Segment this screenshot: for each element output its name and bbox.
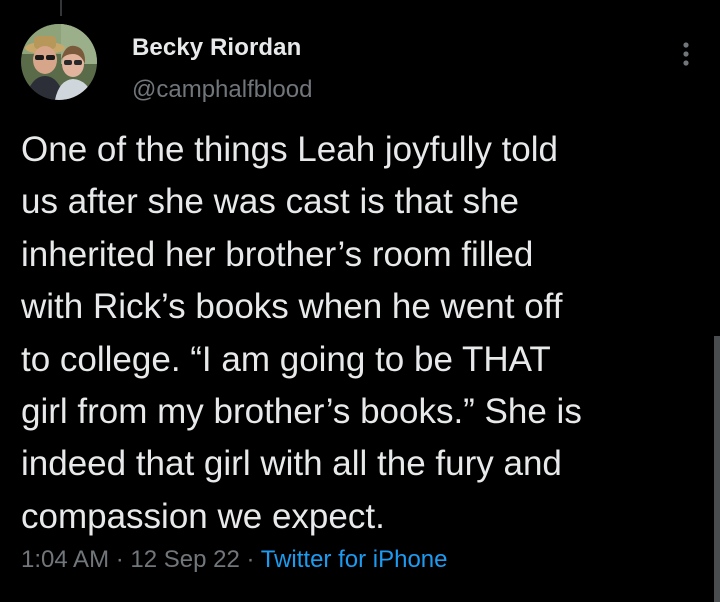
meta-separator: · bbox=[239, 546, 261, 573]
tweet-text: One of the things Leah joyfully told us … bbox=[21, 124, 711, 543]
more-options-icon bbox=[683, 42, 689, 66]
thread-connector-line bbox=[60, 0, 62, 16]
tweet-text-line: inherited her brother’s room filled bbox=[21, 234, 534, 274]
tweet-meta: 1:04 AM · 12 Sep 22 · Twitter for iPhone bbox=[21, 546, 447, 574]
tweet-text-line: compassion we expect. bbox=[21, 496, 385, 536]
tweet-text-line: One of the things Leah joyfully told bbox=[21, 130, 559, 169]
tweet-text-line: indeed that girl with all the fury and bbox=[21, 444, 562, 484]
profile-photo-icon bbox=[21, 24, 97, 100]
tweet-text-line: to college. “I am going to be THAT bbox=[21, 339, 551, 379]
author-avatar[interactable] bbox=[21, 24, 97, 100]
tweet-source-link[interactable]: Twitter for iPhone bbox=[261, 546, 448, 573]
author-handle[interactable]: @camphalfblood bbox=[132, 76, 312, 104]
tweet-time[interactable]: 1:04 AM bbox=[21, 546, 109, 573]
author-display-name[interactable]: Becky Riordan bbox=[132, 34, 301, 62]
tweet-text-line: girl from my brother’s books.” She is bbox=[21, 392, 582, 432]
tweet-text-line: us after she was cast is that she bbox=[21, 182, 520, 222]
tweet-date[interactable]: 12 Sep 22 bbox=[130, 546, 239, 573]
more-options-button[interactable] bbox=[668, 36, 704, 72]
meta-separator: · bbox=[109, 546, 131, 573]
tweet-text-line: with Rick’s books when he went off bbox=[21, 287, 563, 327]
scrollbar[interactable] bbox=[714, 336, 720, 602]
